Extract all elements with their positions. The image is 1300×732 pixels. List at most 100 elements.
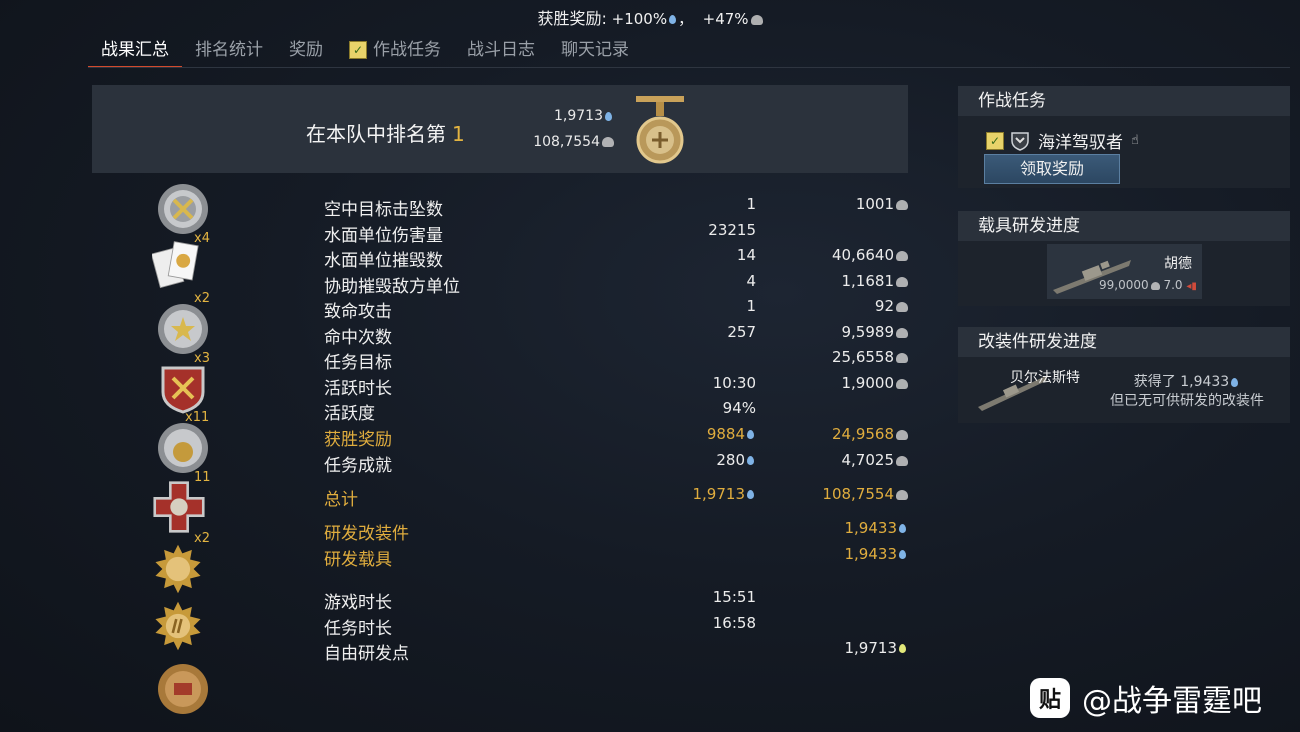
- flag-icon: ◂▮: [1186, 281, 1197, 292]
- silver-lion-icon: [896, 352, 908, 363]
- tieba-logo-icon: 贴: [1030, 678, 1070, 718]
- stat-reward-value: 1,1681: [841, 272, 895, 290]
- tab-battle-summary[interactable]: 战果汇总: [88, 34, 182, 68]
- silver-lion-icon: [602, 137, 614, 147]
- sl-bonus: +47%: [702, 10, 749, 28]
- time-value: 16:58: [712, 614, 756, 632]
- check-icon: ✓: [986, 131, 1004, 150]
- rank-panel: [92, 85, 908, 173]
- hand-icon: ☝: [1131, 133, 1139, 148]
- tab-bar: 战果汇总 排名统计 奖励 ✓ 作战任务 战斗日志 聊天记录: [88, 34, 642, 68]
- stat-reward: 92: [875, 297, 908, 315]
- research-point-icon: [1231, 377, 1239, 387]
- research-point-icon: [669, 15, 677, 24]
- time-row: 游戏时长 15:51: [324, 588, 914, 613]
- rp-bonus: +100%: [611, 10, 668, 28]
- stat-reward: 1001: [856, 195, 908, 213]
- tab-label: 战果汇总: [101, 40, 169, 60]
- team-rank: 在本队中排名第 1: [306, 118, 465, 147]
- stat-count: 14: [736, 246, 756, 264]
- research-point-icon: [747, 456, 754, 465]
- stat-name: 致命攻击: [324, 302, 392, 322]
- silver-lion-icon: [1150, 281, 1160, 290]
- rank-sl-value: 108,7554: [533, 134, 600, 150]
- tab-chat-log[interactable]: 聊天记录: [548, 34, 642, 66]
- silver-lion-icon: [750, 14, 763, 25]
- star-wreath-medal-icon: [158, 304, 208, 354]
- mod-status: 获得了 1,9433 但已无可供研发的改装件: [1092, 373, 1282, 411]
- free-rp-value: 1,9713: [845, 639, 909, 657]
- research-name: 研发改装件: [324, 524, 409, 544]
- tab-missions[interactable]: ✓ 作战任务: [336, 34, 454, 66]
- tab-label: 聊天记录: [561, 40, 629, 60]
- stat-row: 协助摧毁敌方单位 4 1,1681: [324, 272, 914, 297]
- research-rp-value: 1,9433: [844, 519, 898, 537]
- stat-name: 空中目标击坠数: [324, 200, 443, 220]
- vehicle-br: 7.0: [1163, 278, 1183, 292]
- stat-name: 水面单位伤害量: [324, 226, 443, 246]
- vehicle-card[interactable]: 胡德 99,0000 7.0 ◂▮: [1047, 244, 1202, 299]
- research-name: 研发载具: [324, 550, 392, 570]
- mod-gained: 获得了 1,9433: [1092, 373, 1282, 392]
- shield-medal-icon: [161, 366, 205, 414]
- tab-label: 作战任务: [373, 40, 441, 60]
- tab-label: 排名统计: [195, 40, 263, 60]
- rank-sl-total: 108,7554: [520, 134, 614, 150]
- free-research-icon: [899, 644, 906, 653]
- stat-reward: 9,5989: [842, 323, 908, 341]
- stat-row: 任务目标 25,6558: [324, 348, 914, 373]
- stat-count: 280: [716, 451, 756, 469]
- time-name: 任务时长: [324, 619, 392, 639]
- research-value: 1,9433: [845, 545, 909, 563]
- stat-count: 1: [746, 297, 756, 315]
- mission-task[interactable]: ✓ 海洋驾驭者 ☝: [986, 128, 1139, 153]
- silver-lion-icon: [896, 250, 908, 261]
- stat-row: 活跃时长 10:30 1,9000: [324, 374, 914, 399]
- stat-name: 活跃时长: [324, 379, 392, 399]
- stat-count: 4: [746, 272, 756, 290]
- watermark-text: @战争雷霆吧: [1082, 684, 1262, 719]
- stat-reward: 25,6558: [832, 348, 908, 366]
- total-row: 总计 1,9713 108,7554: [324, 485, 914, 510]
- stat-reward: 4,7025: [842, 451, 908, 469]
- stat-row: 任务成就 280 4,7025: [324, 451, 914, 476]
- medal-count: x2: [194, 291, 210, 306]
- tab-rewards[interactable]: 奖励: [276, 34, 336, 66]
- total-sl: 108,7554: [822, 485, 908, 503]
- stat-row: 空中目标击坠数 1 1001: [324, 195, 914, 220]
- research-rp-value: 1,9433: [844, 545, 898, 563]
- cross-medal-icon: [153, 481, 205, 533]
- stat-row: 水面单位摧毁数 14 40,6640: [324, 246, 914, 271]
- mod-research-panel: 改装件研发进度 贝尔法斯特 获得了 1,9433 但已无可供研发的改装件: [958, 327, 1290, 423]
- research-row: 研发载具 1,9433: [324, 545, 914, 570]
- tab-label: 战斗日志: [467, 40, 535, 60]
- bonus-separator: ，: [678, 10, 694, 28]
- shield-icon: [1011, 131, 1029, 151]
- research-value: 1,9433: [845, 519, 909, 537]
- free-rp-row: 自由研发点 1,9713: [324, 639, 914, 664]
- gold-star-medal-icon: [155, 544, 201, 594]
- stat-name: 任务成就: [324, 456, 392, 476]
- tab-ranking[interactable]: 排名统计: [182, 34, 276, 66]
- time-value: 15:51: [712, 588, 756, 606]
- stat-reward: 40,6640: [832, 246, 908, 264]
- crossed-swords-medal-icon: [158, 184, 208, 234]
- stat-reward-value: 1,9000: [841, 374, 895, 392]
- check-icon: ✓: [349, 41, 367, 59]
- mission-task-name: 海洋驾驭者: [1038, 133, 1123, 153]
- mod-ship-name: 贝尔法斯特: [1010, 370, 1080, 386]
- vehicle-name: 胡德: [1164, 256, 1192, 272]
- stat-row: 水面单位伤害量 23215: [324, 221, 914, 246]
- silver-lion-icon: [896, 199, 908, 210]
- team-rank-position: 1: [452, 122, 465, 146]
- playing-cards-icon: [152, 241, 199, 289]
- bronze-medal-icon: [158, 664, 208, 714]
- team-rank-label: 在本队中排名第: [306, 122, 446, 146]
- research-point-icon: [899, 550, 906, 559]
- mod-none-available: 但已无可供研发的改装件: [1110, 393, 1264, 409]
- claim-reward-button[interactable]: 领取奖励: [984, 154, 1120, 184]
- tab-battle-log[interactable]: 战斗日志: [454, 34, 548, 66]
- silver-lion-icon: [896, 455, 908, 466]
- free-rp-name: 自由研发点: [324, 644, 409, 664]
- bomb-medal-icon: [158, 423, 208, 473]
